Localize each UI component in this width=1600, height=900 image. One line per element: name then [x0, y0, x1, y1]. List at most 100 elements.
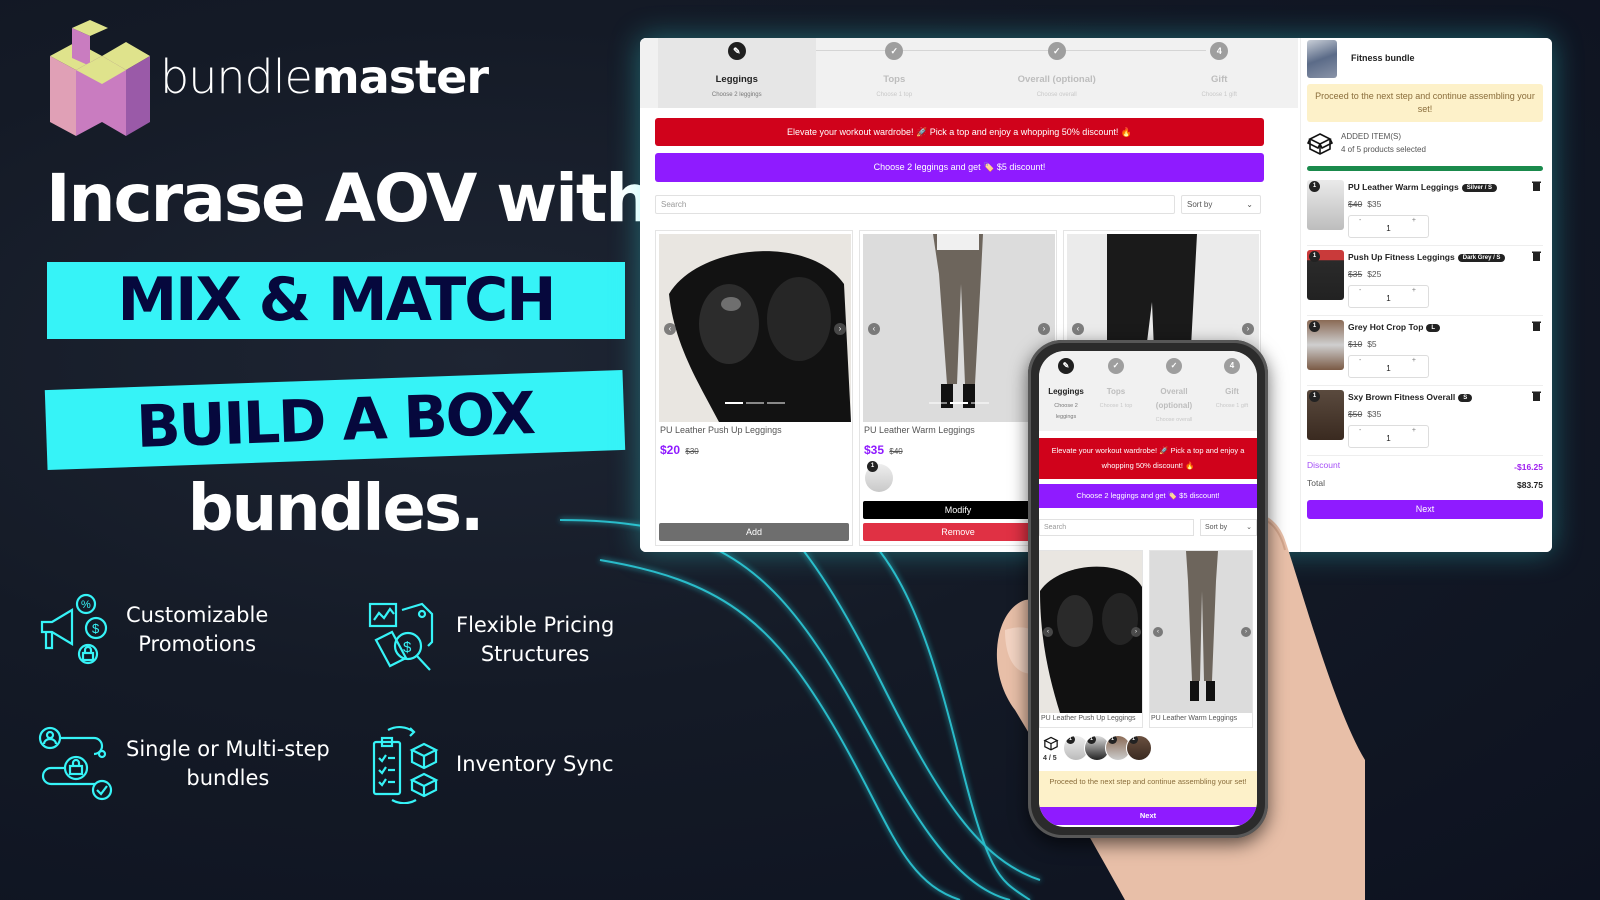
sale-price: $20: [660, 443, 681, 457]
qty-badge: 1: [1066, 736, 1075, 744]
product-name[interactable]: PU Leather Push Up Leggings: [660, 425, 782, 435]
carousel-next-icon[interactable]: ›: [1038, 323, 1050, 335]
carousel-dots[interactable]: [659, 402, 851, 404]
item-price: $35: [1367, 199, 1382, 209]
qty-value[interactable]: 1: [1349, 434, 1428, 443]
compare-price: $40: [1348, 199, 1363, 209]
svg-text:$: $: [92, 621, 100, 636]
item-price: $35: [1367, 409, 1382, 419]
open-box-icon: [1043, 736, 1059, 751]
discount-value: -$16.25: [1514, 462, 1543, 472]
added-item-thumb[interactable]: 1: [1126, 735, 1152, 761]
search-input[interactable]: Search: [655, 195, 1175, 214]
product-image[interactable]: ‹ ›: [1040, 551, 1142, 713]
sort-select[interactable]: Sort by ⌄: [1181, 195, 1261, 214]
bundle-progress-bar: [1307, 166, 1543, 171]
compare-price: $50: [1348, 409, 1363, 419]
carousel-next-icon[interactable]: ›: [834, 323, 846, 335]
chevron-down-icon: ⌄: [1246, 200, 1253, 209]
item-name: Grey Hot Crop Top L: [1348, 322, 1441, 332]
product-name[interactable]: PU Leather Warm Leggings: [864, 425, 975, 435]
product-name[interactable]: PU Leather Warm Leggings: [1151, 715, 1237, 722]
step-subtitle: Choose 1 gift: [1215, 403, 1249, 409]
chevron-down-icon: ⌄: [1246, 524, 1252, 531]
trash-icon[interactable]: [1532, 181, 1541, 191]
step-subtitle: Choose 1 top: [1099, 403, 1133, 409]
carousel-prev-icon[interactable]: ‹: [1072, 323, 1084, 335]
megaphone-promotions-icon: % $: [40, 593, 108, 665]
promo-banner-red: Elevate your workout wardrobe! 🚀 Pick a …: [655, 118, 1264, 146]
cart-item: 1 Grey Hot Crop Top L $10 $5 -1 +: [1307, 316, 1543, 386]
feature-label-line2: Structures: [480, 642, 590, 666]
qty-decrease-button[interactable]: -: [1359, 217, 1361, 224]
phone-added-items[interactable]: 4 / 5 1 1 1 1: [1039, 731, 1257, 771]
product-image[interactable]: ‹ ›: [863, 234, 1055, 422]
phone-step-notice: Proceed to the next step and continue as…: [1039, 771, 1257, 807]
item-qty-badge: 1: [1309, 181, 1320, 192]
carousel-prev-icon[interactable]: ‹: [1043, 627, 1053, 637]
phone-screen: ✎ Leggings Choose 2 leggings ✓ Tops Choo…: [1039, 351, 1257, 827]
compare-price: $30: [685, 447, 699, 456]
qty-decrease-button[interactable]: -: [1359, 287, 1361, 294]
qty-increase-button[interactable]: +: [1412, 427, 1416, 434]
qty-value[interactable]: 1: [1349, 294, 1428, 303]
qty-increase-button[interactable]: +: [1412, 287, 1416, 294]
step-leggings[interactable]: ✎ Leggings Choose 2 leggings: [658, 38, 816, 108]
qty-decrease-button[interactable]: -: [1359, 427, 1361, 434]
step-subtitle: Choose 1 top: [876, 92, 913, 98]
qty-value[interactable]: 1: [1349, 224, 1428, 233]
qty-decrease-button[interactable]: -: [1359, 357, 1361, 364]
qty-increase-button[interactable]: +: [1412, 357, 1416, 364]
phone-mockup: ✎ Leggings Choose 2 leggings ✓ Tops Choo…: [1028, 340, 1268, 838]
carousel-prev-icon[interactable]: ‹: [868, 323, 880, 335]
trash-icon[interactable]: [1532, 321, 1541, 331]
step-label: Tops: [1106, 387, 1126, 396]
trash-icon[interactable]: [1532, 391, 1541, 401]
item-prices: $40 $35: [1348, 199, 1381, 209]
qty-value[interactable]: 1: [1349, 364, 1428, 373]
step-label: Gift: [1225, 387, 1239, 396]
step-gift[interactable]: 4 Gift Choose 1 gift: [1140, 38, 1298, 108]
step-tops[interactable]: ✓ Tops Choose 1 top: [816, 38, 974, 108]
pricing-magnifier-icon: $: [368, 602, 434, 671]
variant-badge: Silver / S: [1461, 183, 1498, 192]
quantity-stepper[interactable]: -1 +: [1348, 425, 1429, 448]
product-name[interactable]: PU Leather Push Up Leggings: [1041, 715, 1136, 722]
product-image[interactable]: ‹ ›: [659, 234, 851, 422]
carousel-prev-icon[interactable]: ‹: [1153, 627, 1163, 637]
carousel-prev-icon[interactable]: ‹: [664, 323, 676, 335]
step-label: Overall (optional): [1017, 74, 1096, 85]
check-icon: ✓: [1047, 42, 1066, 60]
phone-search-input[interactable]: Search: [1039, 519, 1194, 536]
feature-customizable-promotions: % $ Customizable Promotions: [36, 590, 268, 670]
qty-badge: 1: [1129, 736, 1138, 744]
compare-price: $35: [1348, 269, 1363, 279]
qty-badge: 1: [1108, 736, 1117, 744]
check-icon: ✓: [1166, 358, 1182, 374]
quantity-stepper[interactable]: -1 +: [1348, 285, 1429, 308]
product-image[interactable]: ‹ ›: [1150, 551, 1252, 713]
add-button[interactable]: Add: [659, 523, 849, 541]
feature-label-line2: bundles: [186, 766, 270, 790]
multi-step-flow-icon: [38, 726, 113, 801]
item-name: Sxy Brown Fitness Overall S: [1348, 392, 1473, 402]
carousel-next-icon[interactable]: ›: [1242, 323, 1254, 335]
discount-label: Discount: [1307, 460, 1341, 470]
brand-logo: bundlemaster: [46, 18, 489, 136]
qty-increase-button[interactable]: +: [1412, 217, 1416, 224]
carousel-dots[interactable]: [863, 402, 1055, 404]
cart-item: 1 Sxy Brown Fitness Overall S $50 $35 -1 +: [1307, 386, 1543, 456]
quantity-stepper[interactable]: -1 +: [1348, 215, 1429, 238]
trash-icon[interactable]: [1532, 251, 1541, 261]
product-price: $20 $30: [660, 443, 699, 457]
item-name-text: PU Leather Warm Leggings: [1348, 182, 1459, 192]
carousel-next-icon[interactable]: ›: [1131, 627, 1141, 637]
step-overall[interactable]: ✓ Overall (optional) Choose overall: [973, 38, 1140, 108]
phone-next-button[interactable]: Next: [1039, 807, 1257, 825]
item-price: $5: [1367, 339, 1377, 349]
feature-single-multi-step: Single or Multi-step bundles: [36, 724, 330, 804]
phone-sort-select[interactable]: Sort by ⌄: [1200, 519, 1257, 536]
compare-price: $10: [1348, 339, 1363, 349]
carousel-next-icon[interactable]: ›: [1241, 627, 1251, 637]
quantity-stepper[interactable]: -1 +: [1348, 355, 1429, 378]
